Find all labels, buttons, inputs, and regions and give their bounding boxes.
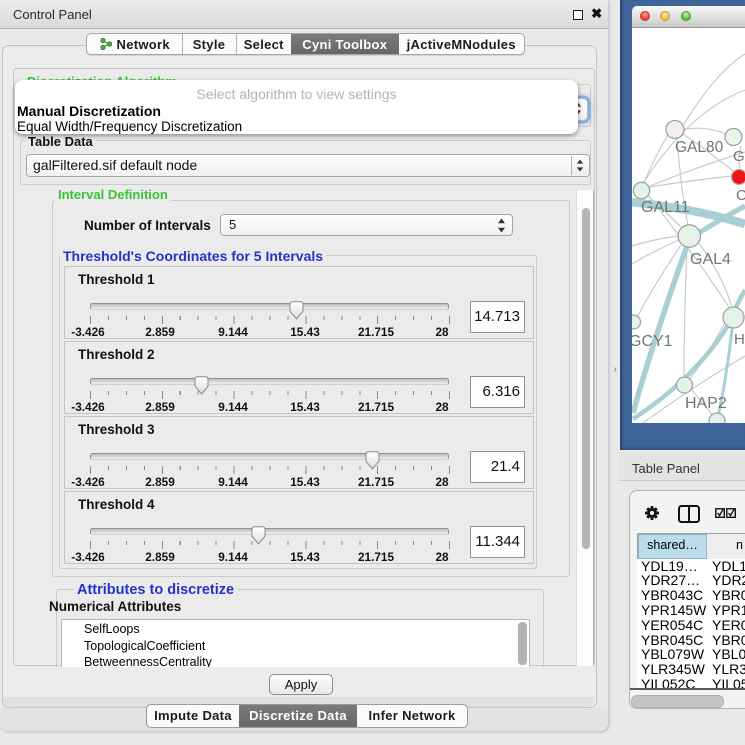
- svg-text:GAL80: GAL80: [675, 139, 724, 156]
- svg-text:H: H: [734, 331, 745, 348]
- svg-text:GAL4: GAL4: [690, 251, 731, 268]
- svg-text:GAL11: GAL11: [641, 199, 690, 216]
- svg-text:G.: G.: [733, 148, 745, 165]
- svg-text:GCY1: GCY1: [632, 333, 673, 350]
- svg-text:HAP2: HAP2: [685, 395, 727, 412]
- svg-text:C: C: [736, 187, 745, 204]
